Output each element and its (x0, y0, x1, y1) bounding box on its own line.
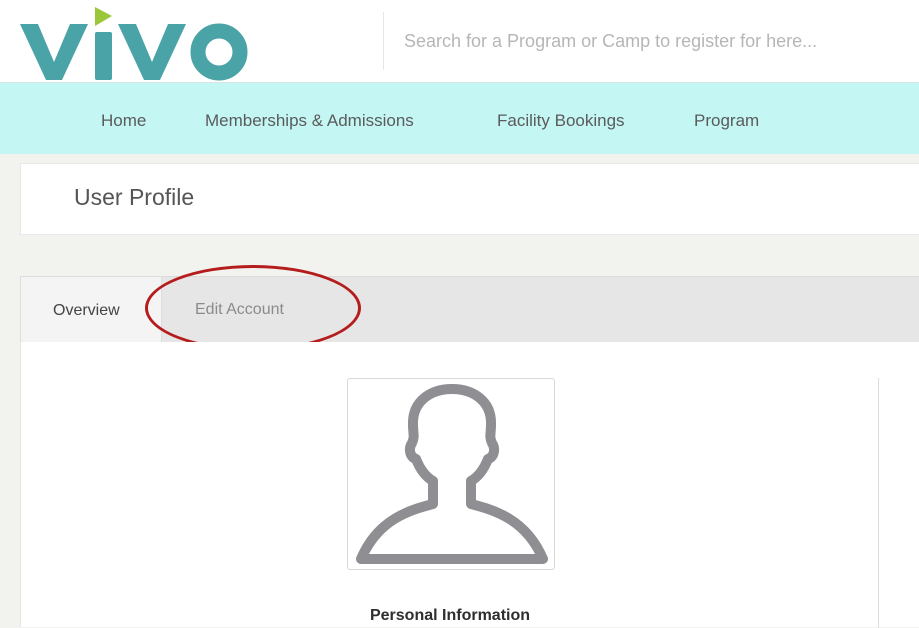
tab-overview-label: Overview (53, 302, 120, 319)
search-divider (383, 12, 384, 70)
nav-item-facility-bookings[interactable]: Facility Bookings (497, 111, 625, 131)
nav-item-memberships-admissions[interactable]: Memberships & Admissions (205, 111, 414, 131)
search-input[interactable] (392, 22, 919, 60)
main-nav: Home Memberships & Admissions Facility B… (0, 82, 919, 154)
nav-item-program[interactable]: Program (694, 111, 759, 131)
personal-information-heading: Personal Information (369, 607, 531, 624)
column-divider (878, 378, 879, 628)
tab-overview[interactable]: Overview (21, 277, 162, 344)
top-header (0, 0, 919, 82)
page-header: User Profile (20, 163, 919, 235)
avatar[interactable] (347, 378, 555, 570)
user-silhouette-icon (356, 384, 548, 564)
nav-item-home[interactable]: Home (101, 111, 146, 131)
profile-content: Personal Information (20, 342, 919, 628)
tab-edit-account[interactable]: Edit Account (195, 301, 284, 319)
page-title: User Profile (74, 184, 195, 210)
vivo-logo[interactable] (0, 0, 270, 82)
profile-tabs: Overview Edit Account (20, 276, 919, 344)
